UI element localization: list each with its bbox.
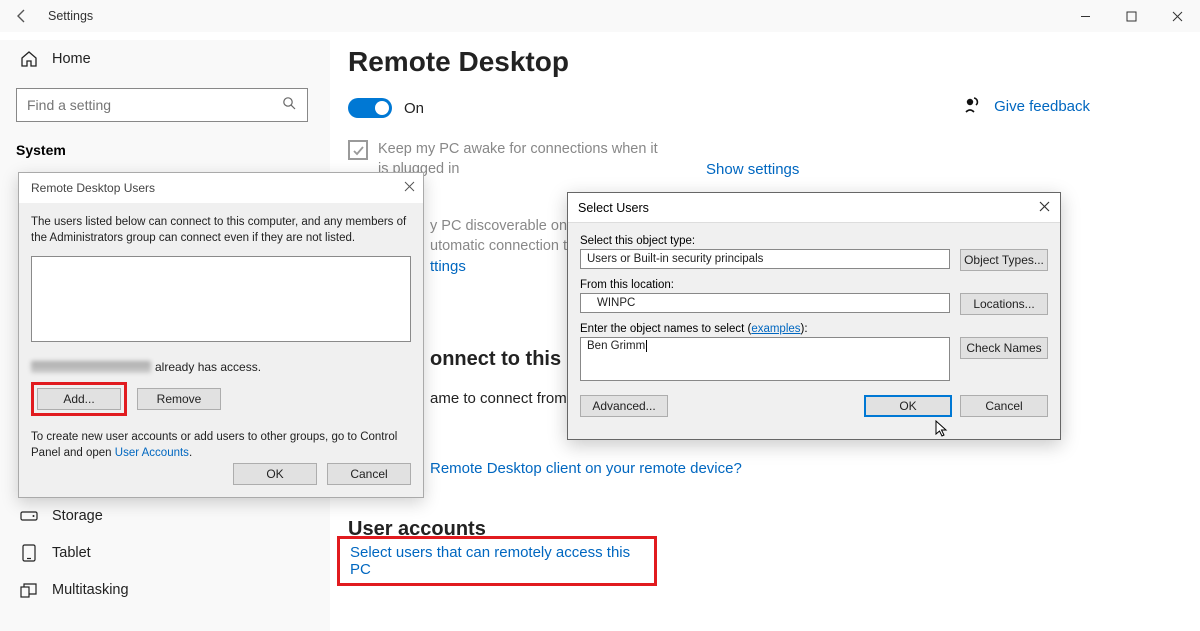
discoverable-text-fragment: y PC discoverable on p <box>430 218 579 234</box>
automatic-text-fragment: utomatic connection t <box>430 238 567 254</box>
titlebar: Settings <box>0 0 1200 32</box>
user-accounts-link[interactable]: User Accounts <box>115 447 189 459</box>
show-settings-link[interactable]: Show settings <box>706 161 1180 178</box>
maximize-button[interactable] <box>1108 0 1154 32</box>
object-types-button[interactable]: Object Types... <box>960 249 1048 271</box>
sidebar-item-multitasking[interactable]: Multitasking <box>16 572 330 608</box>
sidebar-item-label: Multitasking <box>52 582 129 598</box>
remote-client-link-fragment[interactable]: Remote Desktop client on your remote dev… <box>430 460 742 477</box>
tablet-icon <box>20 544 38 562</box>
advanced-button[interactable]: Advanced... <box>580 395 668 417</box>
remote-desktop-users-dialog: Remote Desktop Users The users listed be… <box>18 172 424 498</box>
dialog-close-button[interactable] <box>404 181 415 195</box>
remove-button[interactable]: Remove <box>137 388 221 410</box>
sidebar-item-storage[interactable]: Storage <box>16 498 330 534</box>
location-label: From this location: <box>580 279 1048 291</box>
toggle-label: On <box>404 100 424 117</box>
select-users-dialog: Select Users Select this object type: Us… <box>567 192 1061 440</box>
has-access-text: already has access. <box>155 360 261 374</box>
keep-awake-checkbox[interactable] <box>348 140 368 160</box>
sidebar-home-label: Home <box>52 51 91 67</box>
multitasking-icon <box>20 582 38 598</box>
window-title: Settings <box>44 9 93 23</box>
add-button[interactable]: Add... <box>37 388 121 410</box>
feedback-row: Give feedback <box>964 96 1090 117</box>
text-cursor <box>646 340 647 352</box>
search-box[interactable] <box>16 88 308 122</box>
storage-icon <box>20 509 38 523</box>
object-names-input[interactable]: Ben Grimm <box>580 337 950 381</box>
dialog-description: The users listed below can connect to th… <box>31 215 411 246</box>
close-button[interactable] <box>1154 0 1200 32</box>
add-button-highlight: Add... <box>31 382 127 416</box>
rdu-ok-button[interactable]: OK <box>233 463 317 485</box>
blurred-username <box>31 361 151 373</box>
dialog-close-button[interactable] <box>1039 201 1050 215</box>
close-icon <box>404 181 415 192</box>
object-type-label: Select this object type: <box>580 235 1048 247</box>
connect-heading-fragment: onnect to this P <box>430 348 580 371</box>
dialog-title: Remote Desktop Users <box>31 181 155 195</box>
sidebar-item-label: Tablet <box>52 545 91 561</box>
page-title: Remote Desktop <box>348 46 1180 78</box>
back-arrow-icon <box>14 8 30 24</box>
search-icon <box>282 96 297 114</box>
hint-text: To create new user accounts or add users… <box>31 430 411 461</box>
back-button[interactable] <box>0 8 44 24</box>
users-listbox[interactable] <box>31 256 411 342</box>
names-label: Enter the object names to select (exampl… <box>580 323 1048 335</box>
check-names-button[interactable]: Check Names <box>960 337 1048 359</box>
rdu-cancel-button[interactable]: Cancel <box>327 463 411 485</box>
give-feedback-link[interactable]: Give feedback <box>994 98 1090 115</box>
object-type-field[interactable]: Users or Built-in security principals <box>580 249 950 269</box>
select-users-link[interactable]: Select users that can remotely access th… <box>350 544 654 578</box>
has-access-row: already has access. <box>31 360 411 374</box>
su-cancel-button[interactable]: Cancel <box>960 395 1048 417</box>
home-icon <box>20 50 38 68</box>
search-input[interactable] <box>27 97 282 113</box>
dialog-title: Select Users <box>578 201 649 215</box>
sidebar-heading: System <box>16 142 330 158</box>
sidebar-item-label: Storage <box>52 508 103 524</box>
examples-link[interactable]: examples <box>751 323 800 335</box>
locations-button[interactable]: Locations... <box>960 293 1048 315</box>
select-users-highlight: Select users that can remotely access th… <box>337 536 657 586</box>
location-field[interactable]: WINPC <box>580 293 950 313</box>
close-icon <box>1039 201 1050 212</box>
feedback-icon <box>964 96 982 117</box>
su-ok-button[interactable]: OK <box>864 395 952 417</box>
remote-desktop-toggle[interactable] <box>348 98 392 118</box>
sidebar-item-tablet[interactable]: Tablet <box>16 534 330 572</box>
check-icon <box>352 144 365 157</box>
sidebar-home[interactable]: Home <box>16 40 330 78</box>
minimize-button[interactable] <box>1062 0 1108 32</box>
use-name-fragment: ame to connect from <box>430 390 567 407</box>
